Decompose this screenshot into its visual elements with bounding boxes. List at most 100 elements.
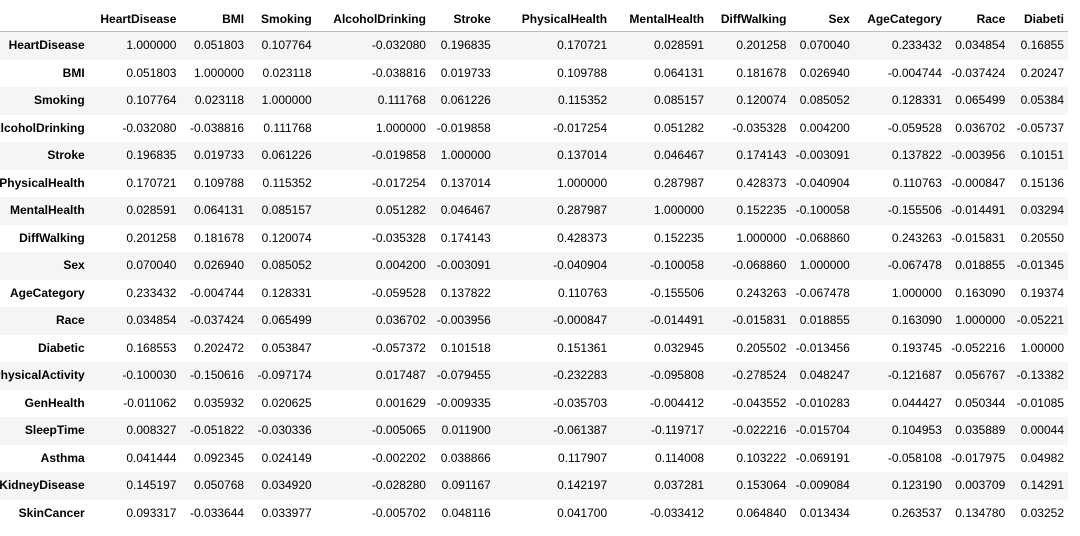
- table-cell: 0.142197: [557, 478, 608, 492]
- table-cell: -0.121687: [887, 368, 942, 382]
- table-cell: -0.119717: [650, 423, 705, 437]
- table-cell: 0.037281: [654, 478, 705, 492]
- table-cell: 0.03294: [1020, 203, 1064, 217]
- table-cell: 0.085157: [654, 93, 705, 107]
- table-cell: -0.009084: [795, 478, 850, 492]
- table-cell: 0.181678: [194, 230, 245, 245]
- table-cell: -0.004412: [650, 395, 705, 410]
- column-header: Diabeti: [1009, 8, 1068, 32]
- row-label: Diabetic: [37, 340, 85, 355]
- column-header: MentalHealth: [611, 8, 709, 32]
- table-cell: 0.050768: [194, 478, 245, 492]
- table-cell: 0.107764: [126, 93, 177, 107]
- table-cell: 0.085052: [261, 258, 312, 272]
- table-cell: 0.036702: [375, 313, 426, 327]
- row-label: Asthma: [40, 450, 85, 465]
- table-cell: 0.092345: [194, 450, 245, 465]
- table-cell: -0.01085: [1016, 395, 1064, 410]
- table-cell: 0.093317: [126, 505, 177, 520]
- table-cell: 0.233432: [126, 285, 177, 300]
- table-cell: -0.015831: [732, 313, 787, 327]
- table-cell: 0.018855: [955, 258, 1006, 272]
- table-cell: 0.101518: [440, 340, 491, 355]
- table-cell: 0.181678: [736, 65, 787, 80]
- table-cell: 0.19374: [1020, 285, 1064, 300]
- column-header: AlcoholDrinking: [315, 8, 430, 32]
- table-cell: 0.064840: [736, 505, 787, 520]
- table-cell: 0.196835: [440, 38, 491, 52]
- table-cell: -0.032080: [371, 38, 426, 52]
- table-cell: 0.070040: [799, 38, 850, 52]
- table-cell: 0.035932: [194, 395, 245, 410]
- table-cell: -0.037424: [190, 313, 245, 327]
- table-cell: 0.004200: [799, 120, 850, 135]
- table-cell: 0.056767: [955, 368, 1006, 382]
- table-row: DiffWalking 0.201258 0.181678 0.120074 -0.03…: [0, 224, 1068, 252]
- table-cell: -0.100058: [650, 258, 705, 272]
- table-cell: 0.051282: [375, 203, 426, 217]
- table-cell: 0.048116: [441, 505, 491, 520]
- table-cell: 0.205502: [736, 340, 787, 355]
- table-cell: 1.000000: [126, 38, 177, 52]
- table-cell: -0.035328: [732, 120, 787, 135]
- table-cell: 0.243263: [891, 230, 942, 245]
- table-cell: -0.05221: [1016, 313, 1064, 327]
- table-cell: 0.051803: [126, 65, 177, 80]
- table-cell: 0.051803: [194, 38, 245, 52]
- table-cell: 0.145197: [126, 478, 177, 492]
- table-cell: -0.030336: [257, 423, 312, 437]
- table-cell: 0.134780: [955, 505, 1006, 520]
- row-label: PhysicalHealth: [0, 175, 85, 190]
- table-row: Stroke 0.196835 0.019733 0.061226 -0.019858 1…: [0, 142, 1068, 170]
- table-cell: 0.064131: [654, 65, 705, 80]
- table-cell: 0.120074: [736, 93, 787, 107]
- row-label: Smoking: [34, 93, 85, 107]
- table-cell: 0.033977: [261, 505, 312, 520]
- table-cell: -0.014491: [650, 313, 705, 327]
- table-cell: -0.061387: [553, 423, 608, 437]
- table-cell: 1.000000: [375, 120, 426, 135]
- table-cell: -0.014491: [951, 203, 1006, 217]
- table-cell: 0.128331: [891, 93, 942, 107]
- row-label: KidneyDisease: [0, 478, 85, 492]
- table-cell: 0.174143: [440, 230, 491, 245]
- table-cell: 0.163090: [955, 285, 1006, 300]
- table-cell: 0.004200: [375, 258, 426, 272]
- table-cell: -0.019858: [436, 120, 491, 135]
- table-cell: 0.023118: [262, 65, 312, 80]
- table-cell: -0.059528: [371, 285, 426, 300]
- column-header: Sex: [790, 8, 854, 32]
- column-header: HeartDisease: [88, 8, 181, 32]
- table-row: HeartDisease 1.000000 0.051803 0.107764 -0.0…: [0, 31, 1068, 60]
- row-label: DiffWalking: [19, 230, 85, 245]
- table-cell: 1.000000: [654, 203, 705, 217]
- table-cell: 0.20550: [1020, 230, 1064, 245]
- table-cell: 0.137822: [440, 285, 491, 300]
- table-cell: -0.037424: [951, 65, 1006, 80]
- table-cell: -0.100058: [795, 203, 850, 217]
- table-cell: 0.017487: [375, 368, 426, 382]
- table-cell: 0.051282: [654, 120, 705, 135]
- table-cell: -0.019858: [371, 148, 426, 162]
- table-cell: -0.005702: [371, 505, 426, 520]
- table-cell: 0.16855: [1020, 38, 1064, 52]
- table-cell: -0.035703: [553, 395, 608, 410]
- table-cell: 0.111768: [377, 93, 426, 107]
- table-cell: 0.152235: [654, 230, 705, 245]
- table-row: SleepTime 0.008327 -0.051822 -0.030336 -0.00…: [0, 417, 1068, 445]
- table-cell: -0.015831: [951, 230, 1006, 245]
- table-cell: 0.109788: [194, 175, 245, 190]
- table-cell: 0.085052: [799, 93, 850, 107]
- table-cell: 0.03252: [1020, 505, 1064, 520]
- table-cell: -0.01345: [1016, 258, 1064, 272]
- column-header: Race: [945, 8, 1010, 32]
- table-cell: 0.061226: [261, 148, 312, 162]
- table-cell: 0.107764: [261, 38, 312, 52]
- table-cell: 0.053847: [261, 340, 312, 355]
- row-label: Stroke: [47, 148, 85, 162]
- table-row: GenHealth -0.011062 0.035932 0.020625 0.0016…: [0, 389, 1068, 417]
- table-cell: 0.20247: [1020, 65, 1064, 80]
- table-cell: 0.174143: [736, 148, 787, 162]
- row-label: AgeCategory: [9, 285, 85, 300]
- table-cell: -0.033644: [190, 505, 245, 520]
